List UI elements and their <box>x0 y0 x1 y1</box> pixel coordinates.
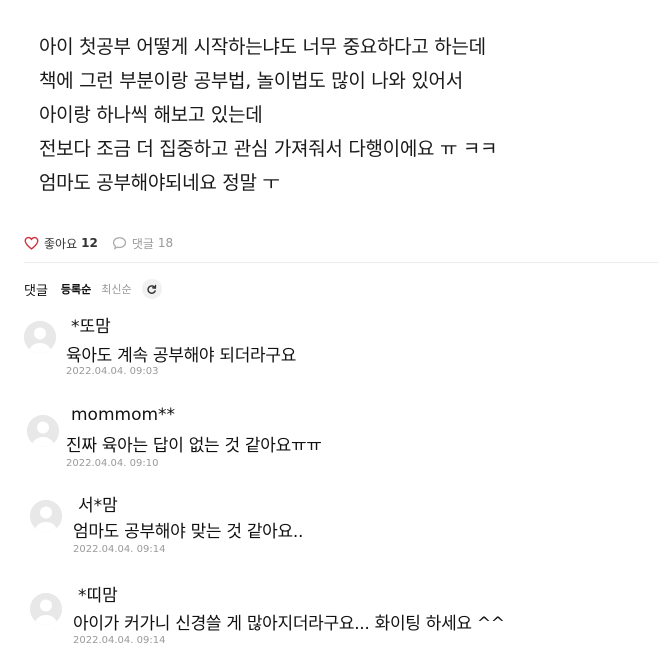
like-count: 12 <box>81 236 98 250</box>
default-avatar-icon <box>27 415 59 447</box>
avatar[interactable] <box>30 500 62 532</box>
comment-author[interactable]: *띠맘 <box>78 581 118 606</box>
comment-time: 2022.04.04. 09:14 <box>73 635 166 646</box>
post-line: 책에 그런 부분이랑 공부법, 놀이법도 많이 나와 있어서 <box>39 70 463 92</box>
heart-icon <box>24 236 39 250</box>
avatar[interactable] <box>24 321 56 353</box>
post-line: 아이랑 하나씩 해보고 있는데 <box>39 104 263 126</box>
default-avatar-icon <box>30 500 62 532</box>
like-label: 좋아요 <box>44 236 78 251</box>
like-button[interactable]: 좋아요 12 <box>24 235 98 252</box>
default-avatar-icon <box>24 321 56 353</box>
comment-time: 2022.04.04. 09:14 <box>73 544 166 555</box>
comment-count: 18 <box>157 236 174 250</box>
refresh-button[interactable] <box>141 279 162 299</box>
comment-time: 2022.04.04. 09:10 <box>66 458 159 469</box>
comment-item: 서*맘 엄마도 공부해야 맞는 것 같아요.. 2022.04.04. 09:1… <box>0 489 658 569</box>
post-body: 아이 첫공부 어떻게 시작하는냐도 너무 중요하다고 하는데 책에 그런 부분이… <box>39 30 649 200</box>
avatar[interactable] <box>30 593 62 625</box>
comment-text: 엄마도 공부해야 맞는 것 같아요.. <box>73 522 304 542</box>
comments-title: 댓글 <box>24 283 48 299</box>
reactions-bar: 좋아요 12 댓글 18 <box>24 233 173 253</box>
default-avatar-icon <box>30 593 62 625</box>
comment-item: *띠맘 아이가 커가니 신경쓸 게 많아지더라구요... 화이팅 하세요 ^^ … <box>0 578 658 658</box>
comment-time: 2022.04.04. 09:03 <box>66 366 159 377</box>
comment-author[interactable]: *또맘 <box>71 312 111 337</box>
refresh-icon <box>147 284 157 294</box>
comment-count-button[interactable]: 댓글 18 <box>112 235 173 252</box>
sort-by-latest[interactable]: 최신순 <box>101 281 131 297</box>
comment-author[interactable]: 서*맘 <box>78 491 118 516</box>
post-line: 아이 첫공부 어떻게 시작하는냐도 너무 중요하다고 하는데 <box>39 36 486 58</box>
avatar[interactable] <box>27 415 59 447</box>
comment-text: 아이가 커가니 신경쓸 게 많아지더라구요... 화이팅 하세요 ^^ <box>73 614 505 634</box>
speech-bubble-icon <box>112 237 126 250</box>
comment-author[interactable]: mommom** <box>71 405 175 425</box>
sort-by-registration[interactable]: 등록순 <box>61 281 91 297</box>
post-line: 전보다 조금 더 집중하고 관심 가져줘서 다행이에요 ㅠ ㅋㅋ <box>39 138 498 160</box>
comment-text: 진짜 육아는 답이 없는 것 같아요ㅠㅠ <box>66 436 322 456</box>
comment-item: mommom** 진짜 육아는 답이 없는 것 같아요ㅠㅠ 2022.04.04… <box>0 403 658 483</box>
comment-item: *또맘 육아도 계속 공부해야 되더라구요 2022.04.04. 09:03 <box>0 310 658 390</box>
post-line: 엄마도 공부해야되네요 정말 ㅜ <box>39 172 280 194</box>
comment-label: 댓글 <box>131 236 154 251</box>
comment-text: 육아도 계속 공부해야 되더라구요 <box>66 346 297 366</box>
divider <box>24 262 658 263</box>
comments-header: 댓글 등록순 최신순 <box>24 278 162 300</box>
